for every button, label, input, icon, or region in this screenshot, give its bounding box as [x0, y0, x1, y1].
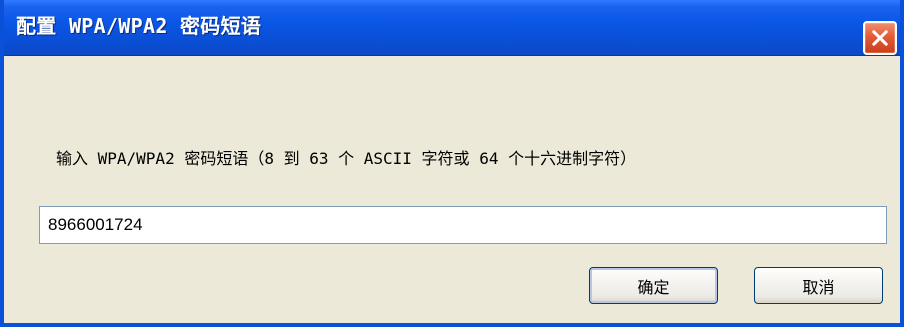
- close-button[interactable]: [863, 21, 897, 55]
- close-icon: [872, 30, 888, 46]
- wpa-passphrase-dialog: 配置 WPA/WPA2 密码短语 输入 WPA/WPA2 密码短语（8 到 63…: [0, 0, 904, 327]
- window-title: 配置 WPA/WPA2 密码短语: [16, 14, 262, 38]
- passphrase-prompt: 输入 WPA/WPA2 密码短语（8 到 63 个 ASCII 字符或 64 个…: [56, 149, 637, 168]
- title-bar[interactable]: 配置 WPA/WPA2 密码短语: [4, 0, 900, 56]
- ok-button[interactable]: 确定: [589, 267, 718, 304]
- passphrase-input[interactable]: [39, 206, 887, 244]
- cancel-button[interactable]: 取消: [754, 267, 883, 304]
